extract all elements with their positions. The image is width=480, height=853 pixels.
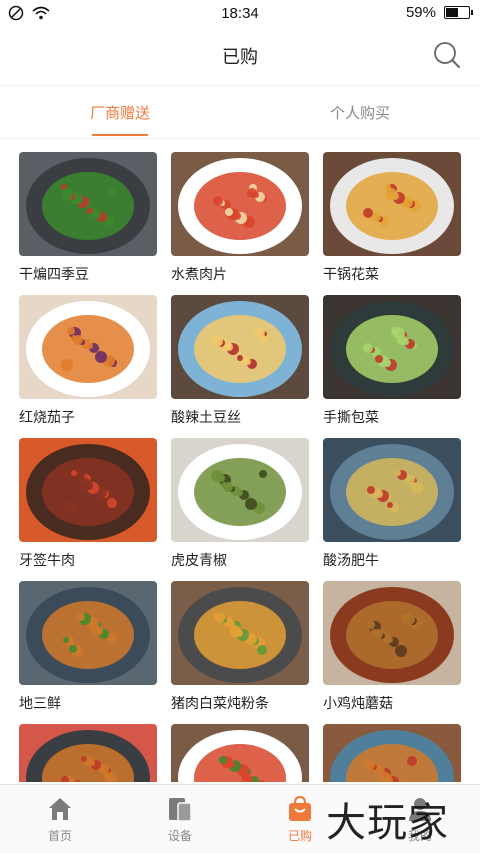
recipe-card[interactable]: 地三鲜 <box>19 581 157 724</box>
battery-icon <box>444 6 473 19</box>
dish-name: 猪肉白菜炖粉条 <box>171 695 269 711</box>
recipe-grid: 干煸四季豆 水煮肉片 干锅花菜 红烧茄子 酸辣土豆丝 手撕包菜 牙签牛肉 虎皮青… <box>19 152 463 782</box>
recipe-card[interactable]: 牙签牛肉 <box>19 438 157 581</box>
recipe-card[interactable]: 小鸡炖蘑菇 <box>323 581 461 724</box>
recipe-card[interactable]: 酸辣土豆丝 <box>171 295 309 438</box>
recipe-card[interactable]: 红烧茄子 <box>19 295 157 438</box>
dish-name: 干煸四季豆 <box>19 266 89 282</box>
dish-photo[interactable] <box>19 724 157 782</box>
dish-photo[interactable] <box>323 438 461 542</box>
dish-name: 地三鲜 <box>19 695 61 711</box>
recipe-card[interactable]: 猪肉白菜炖粉条 <box>171 581 309 724</box>
nav-purchased[interactable]: 已购 <box>240 785 360 853</box>
recipe-card[interactable]: 手撕包菜 <box>323 295 461 438</box>
dish-name: 虎皮青椒 <box>171 552 227 568</box>
dish-name: 水煮肉片 <box>171 266 227 282</box>
recipe-card[interactable]: 干锅花菜 <box>323 152 461 295</box>
dish-photo[interactable] <box>171 438 309 542</box>
nav-home[interactable]: 首页 <box>0 785 120 853</box>
header: 已购 <box>0 26 480 86</box>
status-right: 59% <box>405 4 473 21</box>
user-icon <box>409 798 431 821</box>
search-icon[interactable] <box>432 40 462 70</box>
battery-fill <box>446 8 459 17</box>
nav-devices-label: 设备 <box>167 829 192 843</box>
dish-name: 手撕包菜 <box>323 409 379 425</box>
devices-icon <box>169 798 192 822</box>
dish-photo[interactable] <box>19 438 157 542</box>
nav-purchased-label: 已购 <box>287 829 312 843</box>
page-title: 已购 <box>222 46 258 67</box>
dish-photo[interactable] <box>171 581 309 685</box>
recipe-card[interactable]: 水煮肉片 <box>171 152 309 295</box>
recipe-card[interactable] <box>171 724 309 782</box>
dish-name: 小鸡炖蘑菇 <box>323 695 393 711</box>
recipe-card[interactable] <box>19 724 157 782</box>
recipe-card[interactable]: 虎皮青椒 <box>171 438 309 581</box>
tab-vendor-gift[interactable]: 厂商赠送 <box>0 87 240 138</box>
battery-percent: 59% <box>405 4 436 21</box>
recipe-card[interactable] <box>323 724 461 782</box>
status-bar: 18:34 59% <box>0 0 480 26</box>
dish-name: 红烧茄子 <box>19 409 75 425</box>
dish-photo[interactable] <box>171 295 309 399</box>
recipe-card[interactable]: 干煸四季豆 <box>19 152 157 295</box>
dish-name: 牙签牛肉 <box>19 552 75 568</box>
shopping-bag-icon <box>289 795 311 821</box>
dish-photo[interactable] <box>171 724 309 782</box>
dish-photo[interactable] <box>19 295 157 399</box>
dish-photo[interactable] <box>323 581 461 685</box>
bottom-nav: 首页 设备 已购 我的 <box>0 784 480 853</box>
home-icon <box>49 798 71 820</box>
dish-photo[interactable] <box>323 295 461 399</box>
dish-name: 酸汤肥牛 <box>323 552 379 568</box>
dish-name: 酸辣土豆丝 <box>171 409 241 425</box>
dish-name: 干锅花菜 <box>323 266 379 282</box>
dish-photo[interactable] <box>323 152 461 256</box>
nav-mine-label: 我的 <box>407 829 432 843</box>
nav-mine[interactable]: 我的 <box>360 785 480 853</box>
recipe-card[interactable]: 酸汤肥牛 <box>323 438 461 581</box>
nav-home-label: 首页 <box>47 829 72 843</box>
tab-bar: 厂商赠送 个人购买 <box>0 87 480 139</box>
dish-photo[interactable] <box>19 581 157 685</box>
dish-photo[interactable] <box>323 724 461 782</box>
nav-devices[interactable]: 设备 <box>120 785 240 853</box>
dish-photo[interactable] <box>171 152 309 256</box>
dish-photo[interactable] <box>19 152 157 256</box>
tab-personal-purchase[interactable]: 个人购买 <box>240 87 480 138</box>
